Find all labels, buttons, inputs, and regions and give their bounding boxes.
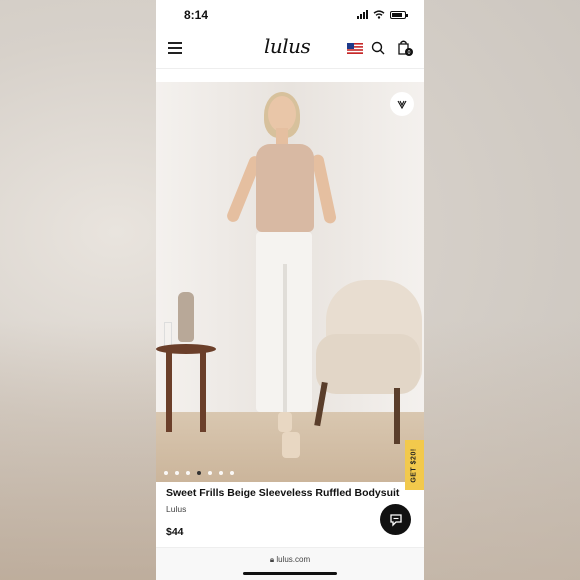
cellular-signal-icon: [357, 10, 368, 19]
carousel-dot[interactable]: [175, 471, 179, 475]
status-bar: 8:14: [156, 0, 424, 30]
blurred-background-left: [0, 320, 156, 580]
model-pants-gap: [283, 264, 287, 414]
carousel-dot[interactable]: [164, 471, 168, 475]
product-brand[interactable]: Lulus: [166, 504, 186, 514]
chat-icon: [389, 513, 402, 527]
carousel-dot-active[interactable]: [197, 471, 201, 475]
bag-count-badge: 0: [408, 50, 411, 56]
status-time: 8:14: [184, 8, 209, 22]
carousel-dots: [164, 471, 234, 475]
armchair-seat: [316, 334, 420, 394]
side-table-leg: [166, 352, 172, 432]
promo-tab[interactable]: GET $20!: [405, 440, 424, 490]
model-bodysuit: [256, 144, 314, 232]
carousel-dot[interactable]: [186, 471, 190, 475]
lock-icon: 🔒︎: [269, 555, 275, 564]
wishlist-button[interactable]: [390, 92, 414, 116]
phone-screen: 8:14 lulus 0 GET $20! Sweet Frills Beige…: [156, 0, 424, 580]
site-header: lulus 0: [156, 30, 424, 69]
heart-icon: [397, 100, 407, 110]
search-icon[interactable]: [371, 41, 385, 55]
battery-icon: [390, 10, 408, 19]
blurred-background-right: [424, 320, 580, 580]
armchair-leg: [394, 388, 400, 444]
promo-label: GET $20!: [411, 447, 419, 483]
home-indicator[interactable]: [243, 572, 337, 575]
carousel-dot[interactable]: [208, 471, 212, 475]
product-title: Sweet Frills Beige Sleeveless Ruffled Bo…: [166, 487, 400, 499]
product-price: $44: [166, 526, 184, 538]
shopping-bag-icon[interactable]: 0: [396, 39, 414, 57]
chat-button[interactable]: [380, 504, 411, 535]
hamburger-menu-icon[interactable]: [168, 42, 182, 54]
url-domain: lulus.com: [276, 555, 311, 564]
model-shoe: [278, 412, 292, 432]
carousel-dot[interactable]: [230, 471, 234, 475]
vase: [178, 292, 194, 342]
site-logo[interactable]: lulus: [264, 34, 311, 58]
status-icons: [357, 10, 408, 19]
product-image[interactable]: [156, 82, 424, 482]
browser-url-bar[interactable]: 🔒︎ lulus.com: [156, 547, 424, 580]
url-text: 🔒︎ lulus.com: [156, 555, 424, 565]
model-head: [268, 96, 296, 132]
wifi-icon: [373, 10, 385, 19]
us-flag-icon[interactable]: [347, 43, 363, 54]
side-table-leg: [200, 352, 206, 432]
side-table: [156, 344, 216, 354]
carousel-dot[interactable]: [219, 471, 223, 475]
model-shoe: [282, 432, 300, 458]
